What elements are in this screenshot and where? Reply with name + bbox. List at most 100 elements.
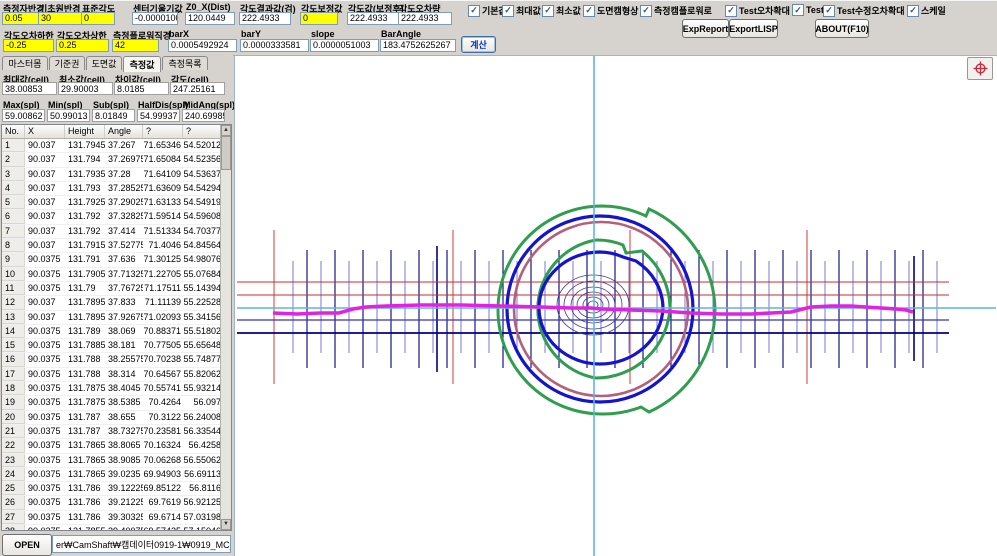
table-cell: 90.0375 <box>25 325 65 338</box>
file-path-field[interactable]: er₩CamShaft₩캠데이터0919-1₩0919_MC_3.csv <box>52 535 231 553</box>
table-row[interactable]: 390.037131.793537.2871.6410954.53637 <box>2 168 231 182</box>
measurement-table[interactable]: No.XHeightAngle?? 190.037131.794537.2677… <box>1 124 232 531</box>
scroll-thumb[interactable] <box>221 136 231 170</box>
table-cell: 55.14394 <box>183 282 223 295</box>
scroll-up-arrow[interactable]: ▲ <box>221 125 231 136</box>
tab-1[interactable]: 마스터몸 <box>2 56 48 70</box>
checkbox-4[interactable]: ✓도면캠형상 <box>583 4 638 17</box>
param-input[interactable]: 222.4933 <box>347 12 399 25</box>
scroll-down-arrow[interactable]: ▼ <box>221 519 231 530</box>
calculate-button[interactable]: 계산 <box>461 36 496 53</box>
table-row[interactable]: 190.037131.794537.26771.6534654.52012 <box>2 139 231 153</box>
checkbox-box[interactable]: ✓ <box>640 5 652 17</box>
table-cell: 131.7895 <box>65 311 105 324</box>
checkbox-box[interactable]: ✓ <box>792 4 804 16</box>
param2-input[interactable]: -0.25 <box>3 39 54 52</box>
table-cell: 90.0375 <box>25 282 65 295</box>
tab-4[interactable]: 측정값 <box>123 56 161 72</box>
checkbox-2[interactable]: ✓최대값 <box>502 4 541 17</box>
table-row[interactable]: 1390.037131.789537.9267571.0209355.34156 <box>2 311 231 325</box>
table-cell: 37.76725 <box>105 282 143 295</box>
param2-input[interactable]: 0.0000333581 <box>240 39 309 52</box>
table-row[interactable]: 490.037131.79337.2852571.6360954.54294 <box>2 182 231 196</box>
table-cell: 90.0375 <box>25 511 65 524</box>
param-input[interactable]: 120.0449 <box>185 12 235 25</box>
param-input[interactable]: 30 <box>38 12 82 25</box>
param-input[interactable]: 222.4933 <box>239 12 291 25</box>
param2-input[interactable]: 0.25 <box>56 39 109 52</box>
table-row[interactable]: 1590.0375131.788538.18170.7750555.65648 <box>2 339 231 353</box>
checkbox-box[interactable]: ✓ <box>502 5 514 17</box>
table-row[interactable]: 1890.0375131.787538.404570.5574155.93214 <box>2 382 231 396</box>
param-input[interactable]: 0 <box>81 12 115 25</box>
column-header[interactable]: ? <box>183 125 223 138</box>
export-lisp-button[interactable]: ExportLISP <box>729 19 778 38</box>
table-row[interactable]: 890.037131.791537.5277571.404654.84564 <box>2 239 231 253</box>
checkbox-box[interactable]: ✓ <box>542 5 554 17</box>
exp-report-button[interactable]: ExpReport <box>682 19 729 38</box>
table-row[interactable]: 690.037131.79237.3282571.5951454.59608 <box>2 210 231 224</box>
column-header[interactable]: X <box>25 125 65 138</box>
param2-input[interactable]: 42 <box>112 39 159 52</box>
checkbox-5[interactable]: ✓측정캠플로워로 <box>640 4 712 17</box>
param-input[interactable]: 0 <box>300 12 338 25</box>
table-cell: 70.88371 <box>143 325 183 338</box>
checkbox-3[interactable]: ✓최소값 <box>542 4 581 17</box>
table-row[interactable]: 1790.0375131.78838.31470.6456755.82062 <box>2 368 231 382</box>
checkbox-9[interactable]: ✓스케일 <box>907 4 946 17</box>
table-row[interactable]: 2190.0375131.78738.7327570.2358156.33544 <box>2 425 231 439</box>
table-row[interactable]: 1190.0375131.7937.7672571.1751155.14394 <box>2 282 231 296</box>
tab-2[interactable]: 기준권 <box>49 56 85 70</box>
center-target-button[interactable] <box>967 57 993 80</box>
table-cell: 70.55741 <box>143 382 183 395</box>
table-row[interactable]: 990.0375131.79137.63671.3012554.98076 <box>2 253 231 267</box>
open-button[interactable]: OPEN <box>2 534 52 556</box>
table-cell: 54.98076 <box>183 253 223 266</box>
column-header[interactable]: ? <box>143 125 183 138</box>
table-row[interactable]: 2790.0375131.78639.3032569.671457.03198 <box>2 511 231 525</box>
table-row[interactable]: 790.037131.79237.41471.5133454.70377 <box>2 225 231 239</box>
cam-plot-panel[interactable] <box>234 55 997 556</box>
cam-measurement-app-window: 측정자반경0.05기초원반경30표준각도0센터기울기값-0.0000100Z0_… <box>0 0 997 556</box>
table-body: 190.037131.794537.26771.6534654.52012290… <box>2 139 231 531</box>
column-header[interactable]: Height <box>65 125 105 138</box>
checkbox-box[interactable]: ✓ <box>907 5 919 17</box>
table-row[interactable]: 1990.0375131.787538.538570.426456.097 <box>2 396 231 410</box>
column-header[interactable]: Angle <box>105 125 143 138</box>
table-cell: 131.791 <box>65 253 105 266</box>
table-row[interactable]: 2090.0375131.78738.65570.312256.24008 <box>2 411 231 425</box>
table-row[interactable]: 2390.0375131.786538.908570.0626856.55062 <box>2 454 231 468</box>
checkbox-box[interactable]: ✓ <box>468 5 480 17</box>
param-input[interactable]: 222.4933 <box>398 12 452 25</box>
table-row[interactable]: 1090.0375131.790537.7132571.2270555.0768… <box>2 268 231 282</box>
table-row[interactable]: 1490.0375131.78938.06970.8837155.51802 <box>2 325 231 339</box>
table-row[interactable]: 2690.0375131.78639.2122569.761956.92125 <box>2 496 231 510</box>
about-button[interactable]: ABOUT(F10) <box>815 19 869 38</box>
table-row[interactable]: 1690.0375131.78838.2557570.7023855.74877 <box>2 353 231 367</box>
param-input[interactable]: -0.0000100 <box>132 12 178 25</box>
param2-input[interactable]: 0.0005492924 <box>168 39 237 52</box>
table-scrollbar[interactable]: ▲ ▼ <box>220 125 231 530</box>
checkbox-box[interactable]: ✓ <box>583 5 595 17</box>
table-row[interactable]: 1290.037131.789537.83371.1113955.22528 <box>2 296 231 310</box>
tab-3[interactable]: 도면값 <box>86 56 122 70</box>
checkbox-box[interactable]: ✓ <box>823 5 835 17</box>
table-row[interactable]: 2290.0375131.786538.806570.1632456.4258 <box>2 439 231 453</box>
checkbox-6[interactable]: ✓Test오차확대 <box>725 4 790 17</box>
checkbox-box[interactable]: ✓ <box>725 5 737 17</box>
param2-input[interactable]: 0.0000051003 <box>310 39 379 52</box>
table-cell: 131.787 <box>65 411 105 424</box>
table-cell: 131.79 <box>65 282 105 295</box>
tab-5[interactable]: 측정목록 <box>162 56 208 70</box>
table-row[interactable]: 290.037131.79437.2697571.6508454.52356 <box>2 153 231 167</box>
table-row[interactable]: 2590.0375131.78639.1222569.8512256.8116 <box>2 482 231 496</box>
column-header[interactable]: No. <box>2 125 25 138</box>
checkbox-7[interactable]: ✓Test <box>792 4 824 16</box>
table-row[interactable]: 2890.0375131.785539.4007569.5742557.1504… <box>2 525 231 531</box>
table-cell: 54.53637 <box>183 168 223 181</box>
checkbox-8[interactable]: ✓Test수정오차확대 <box>823 4 905 17</box>
param2-input[interactable]: 183.4752625267 <box>380 39 456 52</box>
table-row[interactable]: 2490.0375131.786539.023569.9490356.69113 <box>2 468 231 482</box>
table-row[interactable]: 590.037131.792537.2902571.6313354.54919 <box>2 196 231 210</box>
param-input[interactable]: 0.05 <box>2 12 40 25</box>
